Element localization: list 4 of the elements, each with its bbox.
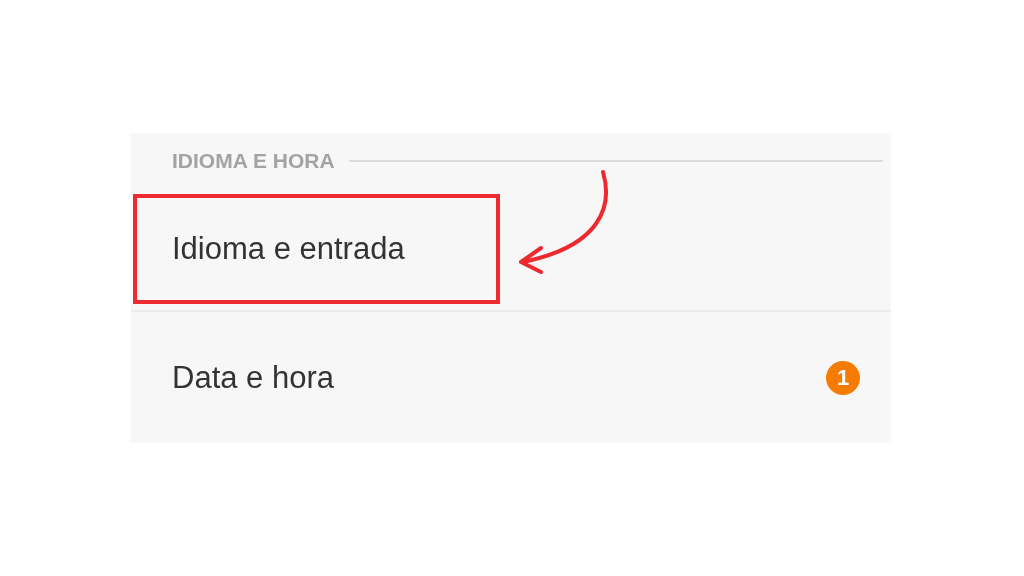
settings-item[interactable]: Idioma e entrada — [172, 231, 405, 267]
section-header: IDIOMA E HORA — [172, 148, 335, 173]
settings-item[interactable]: Data e hora — [172, 359, 334, 396]
notification-badge: 1 — [826, 360, 860, 395]
